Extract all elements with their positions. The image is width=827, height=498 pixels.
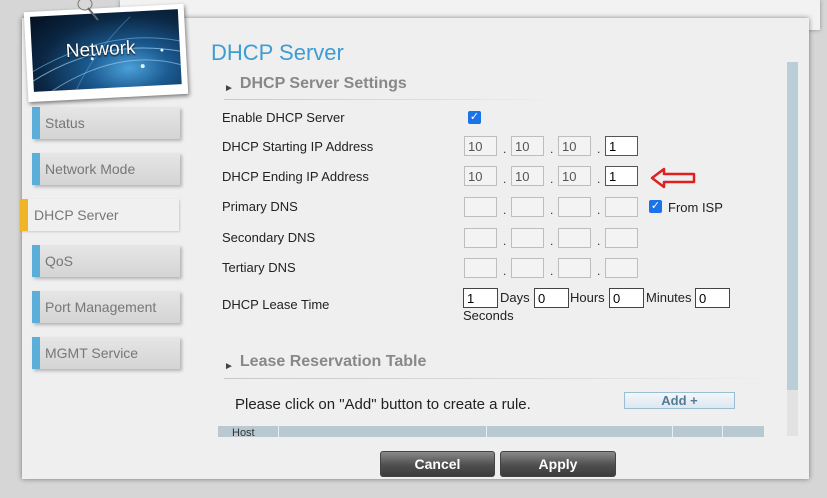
column-header [672, 426, 722, 437]
end-ip-label: DHCP Ending IP Address [222, 169, 369, 184]
lease-hours-unit: Hours [570, 290, 605, 305]
ip-dot: . [550, 264, 554, 278]
sidebar-item-dhcp-server[interactable]: DHCP Server [20, 199, 179, 231]
ip-dot: . [550, 172, 554, 186]
sidebar-item-label: Status [45, 115, 85, 131]
sidebar-item-qos[interactable]: QoS [32, 245, 180, 277]
cancel-button[interactable]: Cancel [380, 451, 495, 477]
primary-dns-octet-3[interactable] [558, 197, 591, 217]
ip-dot: . [597, 172, 601, 186]
start-ip-octet-1[interactable] [464, 136, 497, 156]
arrow-left-icon [650, 167, 696, 189]
pin-icon [77, 0, 99, 21]
ip-dot: . [503, 142, 507, 156]
section-divider [224, 378, 784, 379]
tertiary-dns-label: Tertiary DNS [222, 260, 296, 275]
ip-dot: . [503, 203, 507, 217]
end-ip-octet-3[interactable] [558, 166, 591, 186]
from-isp-label: From ISP [668, 200, 723, 215]
section-divider [224, 99, 554, 100]
lease-time-label: DHCP Lease Time [222, 297, 330, 312]
start-ip-octet-3[interactable] [558, 136, 591, 156]
reservation-table-header: Host [218, 426, 764, 437]
lease-hours-input[interactable] [534, 288, 569, 308]
lease-minutes-input[interactable] [609, 288, 644, 308]
ip-dot: . [550, 142, 554, 156]
reservation-info-text: Please click on "Add" button to create a… [235, 396, 531, 413]
column-header [278, 426, 486, 437]
section-title-settings: ► DHCP Server Settings [224, 75, 407, 94]
sidebar-item-status[interactable]: Status [32, 107, 180, 139]
ip-dot: . [503, 234, 507, 248]
section-title-reservation: ► Lease Reservation Table [224, 353, 427, 372]
lease-days-unit: Days [500, 290, 530, 305]
secondary-dns-label: Secondary DNS [222, 230, 316, 245]
bullet-icon: ► [224, 361, 234, 372]
scrollbar[interactable] [787, 62, 798, 436]
primary-dns-octet-4[interactable] [605, 197, 638, 217]
column-header [722, 426, 764, 437]
end-ip-octet-1[interactable] [464, 166, 497, 186]
start-ip-octet-4[interactable] [605, 136, 638, 156]
sidebar-item-port-management[interactable]: Port Management [32, 291, 180, 323]
scrollbar-thumb[interactable] [787, 62, 798, 390]
ip-dot: . [597, 264, 601, 278]
network-badge: Network [23, 3, 189, 103]
primary-dns-label: Primary DNS [222, 199, 298, 214]
add-rule-button[interactable]: Add + [624, 392, 735, 409]
page-title: DHCP Server [211, 40, 344, 65]
lease-seconds-unit: Seconds [463, 308, 514, 323]
ip-dot: . [597, 203, 601, 217]
ip-dot: . [503, 172, 507, 186]
sidebar-item-label: QoS [45, 253, 74, 269]
ip-dot: . [597, 234, 601, 248]
enable-dhcp-checkbox[interactable]: ✓ [468, 111, 481, 124]
primary-dns-octet-1[interactable] [464, 197, 497, 217]
ip-dot: . [550, 234, 554, 248]
ip-dot: . [597, 142, 601, 156]
start-ip-octet-2[interactable] [511, 136, 544, 156]
bullet-icon: ► [224, 83, 234, 94]
tertiary-dns-octet-1[interactable] [464, 258, 497, 278]
end-ip-octet-4[interactable] [605, 166, 638, 186]
sidebar-item-label: Port Management [45, 299, 157, 315]
secondary-dns-octet-3[interactable] [558, 228, 591, 248]
secondary-dns-octet-4[interactable] [605, 228, 638, 248]
ip-dot: . [503, 264, 507, 278]
tertiary-dns-octet-2[interactable] [511, 258, 544, 278]
sidebar-item-label: DHCP Server [34, 207, 119, 223]
end-ip-octet-2[interactable] [511, 166, 544, 186]
column-header [486, 426, 672, 437]
primary-dns-octet-2[interactable] [511, 197, 544, 217]
sidebar-item-label: MGMT Service [45, 345, 139, 361]
secondary-dns-octet-1[interactable] [464, 228, 497, 248]
sidebar-item-mgmt-service[interactable]: MGMT Service [32, 337, 180, 369]
badge-title: Network [65, 37, 137, 63]
start-ip-label: DHCP Starting IP Address [222, 139, 374, 154]
lease-minutes-unit: Minutes [646, 290, 692, 305]
tertiary-dns-octet-3[interactable] [558, 258, 591, 278]
lease-days-input[interactable] [463, 288, 498, 308]
apply-button[interactable]: Apply [500, 451, 616, 477]
secondary-dns-octet-2[interactable] [511, 228, 544, 248]
lease-seconds-input[interactable] [695, 288, 730, 308]
column-header-host: Host [232, 427, 255, 437]
ip-dot: . [550, 203, 554, 217]
globe-image: Network [30, 9, 182, 92]
tertiary-dns-octet-4[interactable] [605, 258, 638, 278]
enable-dhcp-label: Enable DHCP Server [222, 110, 345, 125]
sidebar-item-network-mode[interactable]: Network Mode [32, 153, 180, 185]
sidebar-item-label: Network Mode [45, 161, 136, 177]
from-isp-checkbox[interactable]: ✓ [649, 200, 662, 213]
